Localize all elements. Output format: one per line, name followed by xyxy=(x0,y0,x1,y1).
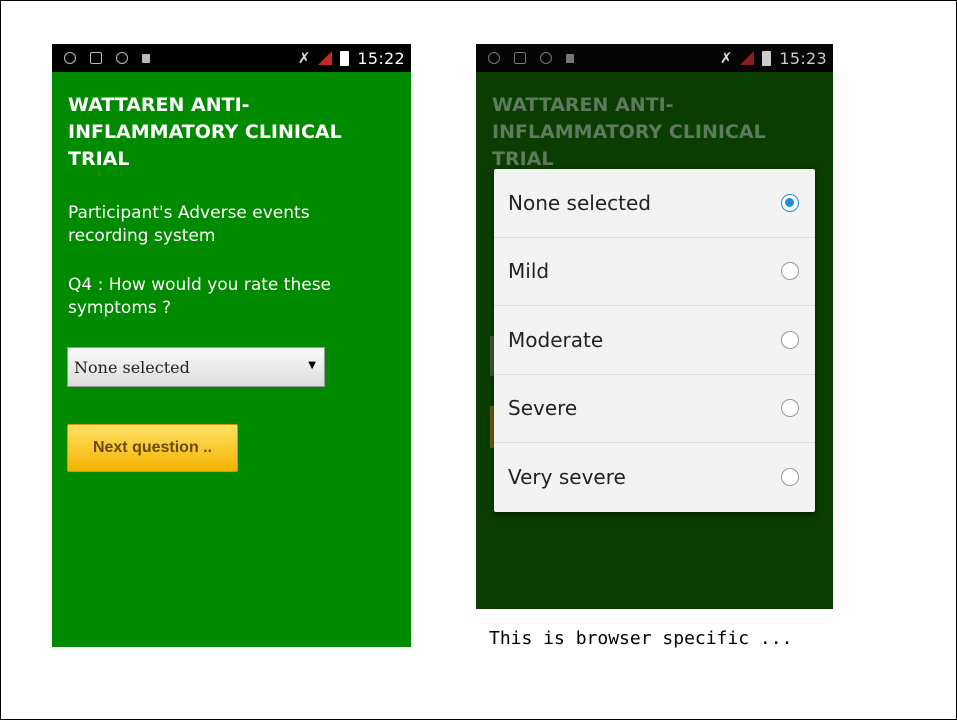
voicemail-icon xyxy=(64,52,76,64)
signal-icon xyxy=(740,51,755,65)
caption-text: This is browser specific ... xyxy=(489,628,793,649)
lock-icon xyxy=(566,53,574,63)
phone-screen-question: ✗ 15:22 WATTAREN ANTI-INFLAMMATORY CLINI… xyxy=(52,44,411,647)
option-label: Mild xyxy=(508,259,550,284)
option-severe[interactable]: Severe xyxy=(494,375,815,443)
dropdown-arrow-icon: ▼ xyxy=(308,360,316,371)
page-title-dimmed: WATTAREN ANTI-INFLAMMATORY CLINICAL TRIA… xyxy=(492,94,766,170)
status-time: 15:23 xyxy=(779,48,827,68)
image-icon xyxy=(90,52,102,64)
phone-screen-picker: ✗ 15:23 WATTAREN ANTI-INFLAMMATORY CLINI… xyxy=(476,44,833,609)
image-icon xyxy=(514,52,526,64)
next-question-button[interactable]: Next question .. xyxy=(67,424,238,472)
mute-icon: ✗ xyxy=(297,49,311,67)
option-label: Very severe xyxy=(508,465,626,490)
voicemail-icon xyxy=(488,52,500,64)
radio-icon[interactable] xyxy=(781,330,799,349)
android-icon xyxy=(540,52,552,64)
radio-icon[interactable] xyxy=(781,262,799,281)
signal-icon xyxy=(318,51,333,65)
android-icon xyxy=(116,52,128,64)
status-bar: ✗ 15:22 xyxy=(52,44,411,72)
battery-icon xyxy=(762,50,772,66)
battery-icon xyxy=(340,50,350,66)
option-label: None selected xyxy=(508,190,651,215)
mute-icon: ✗ xyxy=(719,49,733,67)
severity-select[interactable]: None selected ▼ xyxy=(67,347,325,387)
page-title: WATTAREN ANTI-INFLAMMATORY CLINICAL TRIA… xyxy=(68,94,342,170)
lock-icon xyxy=(142,53,150,63)
option-moderate[interactable]: Moderate xyxy=(494,306,815,375)
question-text: Q4 : How would you rate these symptoms ? xyxy=(68,275,332,318)
severity-select-value: None selected xyxy=(74,357,190,377)
option-very-severe[interactable]: Very severe xyxy=(494,443,815,512)
status-time: 15:22 xyxy=(357,48,405,68)
option-mild[interactable]: Mild xyxy=(494,238,815,306)
severity-picker-dialog: None selected Mild Moderate Severe Very … xyxy=(494,169,815,512)
radio-icon[interactable] xyxy=(781,399,799,418)
radio-icon[interactable] xyxy=(781,468,799,487)
radio-selected-icon[interactable] xyxy=(781,193,799,212)
option-none-selected[interactable]: None selected xyxy=(494,169,815,238)
option-label: Severe xyxy=(508,396,578,421)
option-label: Moderate xyxy=(508,327,604,352)
page-subtitle: Participant's Adverse events recording s… xyxy=(68,203,310,246)
status-bar: ✗ 15:23 xyxy=(476,44,833,72)
